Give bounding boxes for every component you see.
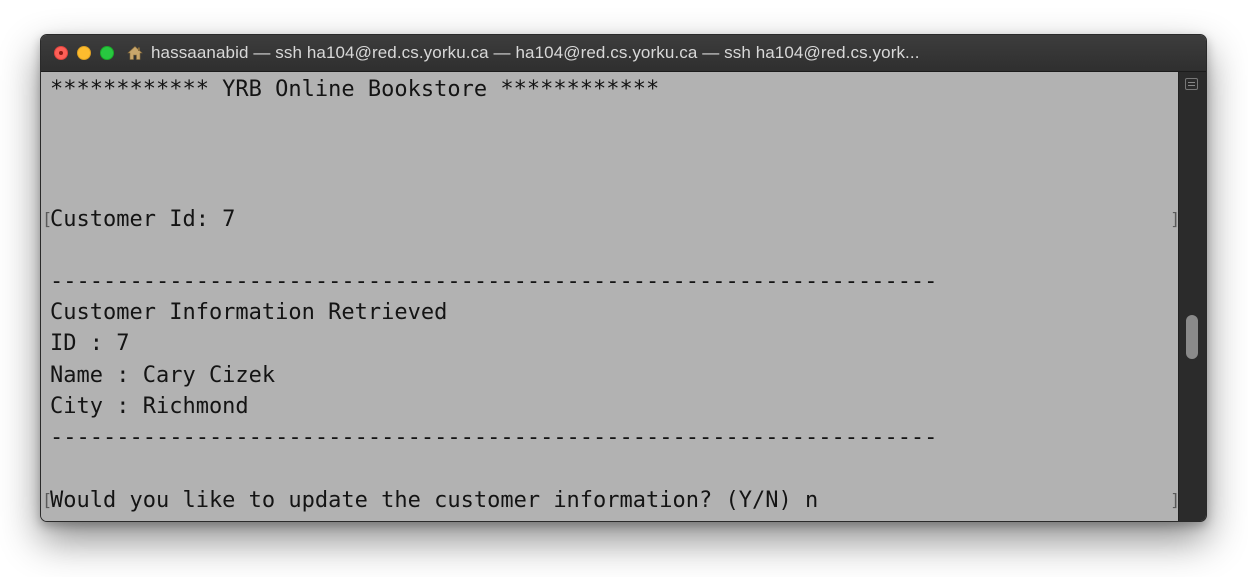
scroll-menu-icon[interactable] — [1185, 78, 1198, 90]
city-line: City : Richmond — [50, 394, 249, 419]
minimize-button[interactable] — [77, 46, 91, 60]
terminal-window: hassaanabid — ssh ha104@red.cs.yorku.ca … — [40, 34, 1207, 522]
title-bar[interactable]: hassaanabid — ssh ha104@red.cs.yorku.ca … — [41, 35, 1206, 72]
separator-top: ----------------------------------------… — [50, 269, 938, 294]
maximize-button[interactable] — [100, 46, 114, 60]
id-line: ID : 7 — [50, 331, 130, 356]
terminal-content[interactable]: ************ YRB Online Bookstore ******… — [41, 72, 1180, 521]
update-prompt-line: Would you like to update the customer in… — [50, 488, 819, 513]
name-line: Name : Cary Cizek — [50, 363, 276, 388]
info-heading: Customer Information Retrieved — [50, 300, 448, 325]
customer-id-line: Customer Id: 7 — [50, 207, 236, 232]
vertical-scrollbar[interactable] — [1178, 72, 1206, 521]
close-button[interactable] — [54, 46, 68, 60]
header-line: ************ YRB Online Bookstore ******… — [50, 77, 660, 102]
scrollbar-thumb[interactable] — [1186, 315, 1198, 359]
window-title: hassaanabid — ssh ha104@red.cs.yorku.ca … — [151, 43, 920, 62]
traffic-lights — [54, 46, 123, 60]
home-icon — [127, 46, 143, 60]
separator-bottom: ----------------------------------------… — [50, 425, 938, 450]
